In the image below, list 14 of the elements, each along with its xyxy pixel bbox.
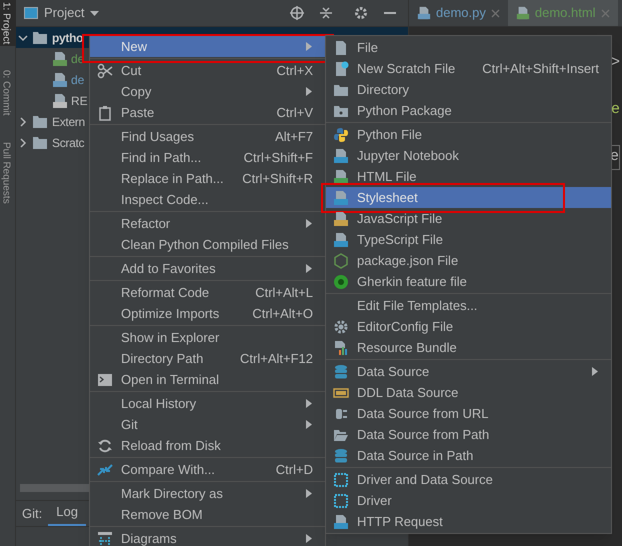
code-text: > [610, 53, 620, 73]
shortcut-label: Ctrl+V [276, 106, 313, 119]
panel-title: Project [44, 4, 84, 22]
shortcut-label: Ctrl+Alt+Shift+Insert [482, 62, 599, 75]
panel-label: Git: [22, 504, 42, 523]
shortcut-label: Ctrl+Alt+F12 [240, 352, 313, 365]
shortcut-label: Ctrl+Shift+F [244, 151, 313, 164]
shortcut-label: Alt+F7 [275, 130, 313, 143]
shortcut-label: Ctrl+X [276, 64, 313, 77]
shortcut-label: Ctrl+Alt+L [255, 286, 313, 299]
code-text: e [610, 100, 620, 120]
shortcut-label: Ctrl+Alt+O [252, 307, 313, 320]
shortcut-label: Ctrl+Shift+R [242, 172, 313, 185]
shortcut-label: Ctrl+D [276, 463, 313, 476]
